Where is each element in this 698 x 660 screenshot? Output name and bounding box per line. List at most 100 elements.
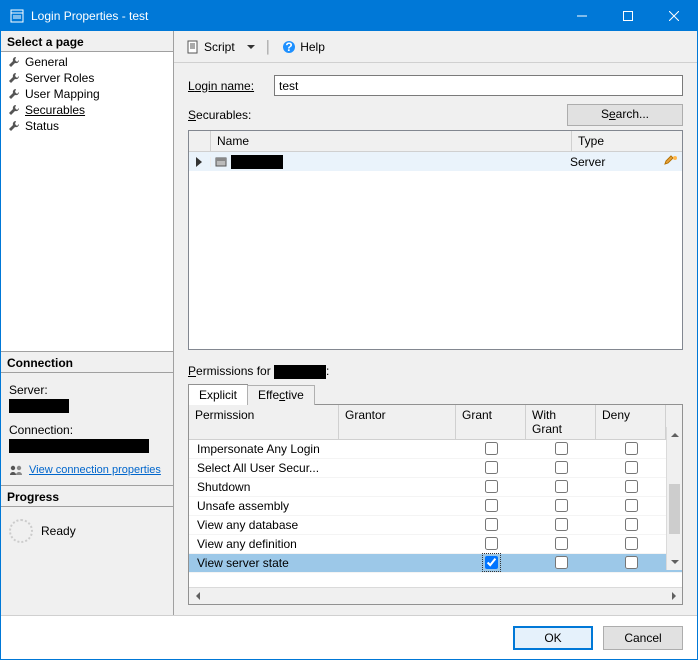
scroll-up-icon[interactable] — [667, 427, 682, 444]
search-button[interactable]: Search... — [567, 104, 683, 126]
permission-row[interactable]: Shutdown — [189, 478, 682, 497]
minimize-button[interactable] — [559, 1, 605, 31]
page-securables[interactable]: Securables — [3, 102, 171, 118]
deny-checkbox[interactable] — [625, 499, 638, 512]
scroll-right-icon[interactable] — [665, 592, 682, 600]
permission-row[interactable]: View server state — [189, 554, 682, 573]
vertical-scrollbar[interactable] — [666, 427, 682, 570]
wrench-icon — [7, 103, 21, 117]
col-permission[interactable]: Permission — [189, 405, 339, 439]
securable-type: Server — [566, 155, 660, 169]
permission-name: View server state — [189, 556, 339, 570]
scroll-left-icon[interactable] — [189, 592, 206, 600]
page-server-roles[interactable]: Server Roles — [3, 70, 171, 86]
with-grant-checkbox[interactable] — [555, 518, 568, 531]
permission-name: View any database — [189, 518, 339, 532]
horizontal-scrollbar[interactable] — [189, 587, 682, 604]
permission-name: Select All User Secur... — [189, 461, 339, 475]
server-icon — [215, 156, 227, 168]
permission-row[interactable]: Select All User Secur... — [189, 459, 682, 478]
permissions-target-redacted — [274, 365, 326, 379]
deny-checkbox[interactable] — [625, 556, 638, 569]
server-value-redacted — [9, 399, 69, 413]
script-button[interactable]: Script — [182, 38, 239, 56]
progress-spinner-icon — [9, 519, 33, 543]
scroll-down-icon[interactable] — [667, 553, 682, 570]
dialog-footer: OK Cancel — [1, 615, 697, 659]
progress-panel: Ready — [1, 507, 173, 615]
tab-explicit[interactable]: Explicit — [188, 384, 248, 405]
deny-checkbox[interactable] — [625, 461, 638, 474]
script-dropdown[interactable] — [243, 41, 259, 53]
page-status[interactable]: Status — [3, 118, 171, 134]
grant-checkbox[interactable] — [485, 499, 498, 512]
with-grant-checkbox[interactable] — [555, 499, 568, 512]
help-icon: ? — [282, 40, 296, 54]
col-grantor[interactable]: Grantor — [339, 405, 456, 439]
dialog-window: Login Properties - test Select a page Ge… — [0, 0, 698, 660]
with-grant-checkbox[interactable] — [555, 461, 568, 474]
with-grant-checkbox[interactable] — [555, 480, 568, 493]
deny-checkbox[interactable] — [625, 442, 638, 455]
titlebar[interactable]: Login Properties - test — [1, 1, 697, 31]
server-label: Server: — [9, 383, 165, 397]
wrench-icon — [7, 55, 21, 69]
close-button[interactable] — [651, 1, 697, 31]
app-icon — [9, 8, 25, 24]
permission-row[interactable]: View any definition — [189, 535, 682, 554]
with-grant-checkbox[interactable] — [555, 442, 568, 455]
grant-checkbox[interactable] — [485, 480, 498, 493]
scroll-thumb[interactable] — [669, 484, 680, 534]
ok-button[interactable]: OK — [513, 626, 593, 650]
page-general[interactable]: General — [3, 54, 171, 70]
progress-header: Progress — [1, 486, 173, 507]
help-button[interactable]: ? Help — [278, 38, 329, 56]
grant-checkbox[interactable] — [485, 442, 498, 455]
col-type[interactable]: Type — [572, 131, 682, 151]
script-icon — [186, 40, 200, 54]
grant-checkbox[interactable] — [485, 461, 498, 474]
login-name-label: Login name: — [188, 79, 268, 93]
page-user-mapping[interactable]: User Mapping — [3, 86, 171, 102]
permission-name: Unsafe assembly — [189, 499, 339, 513]
maximize-button[interactable] — [605, 1, 651, 31]
connection-header: Connection — [1, 352, 173, 373]
permission-name: Impersonate Any Login — [189, 442, 339, 456]
tab-effective[interactable]: Effective — [247, 385, 315, 406]
window-title: Login Properties - test — [31, 9, 559, 23]
securables-grid[interactable]: Name Type Server — [188, 130, 683, 350]
permission-row[interactable]: Unsafe assembly — [189, 497, 682, 516]
with-grant-checkbox[interactable] — [555, 537, 568, 550]
deny-checkbox[interactable] — [625, 537, 638, 550]
securable-name-redacted — [231, 155, 283, 169]
cancel-button[interactable]: Cancel — [603, 626, 683, 650]
row-action-icon[interactable] — [660, 155, 682, 169]
toolbar: Script │ ? Help — [174, 31, 697, 63]
grant-checkbox[interactable] — [485, 537, 498, 550]
col-grant[interactable]: Grant — [456, 405, 526, 439]
view-connection-properties-link[interactable]: View connection properties — [29, 464, 161, 476]
with-grant-checkbox[interactable] — [555, 556, 568, 569]
deny-checkbox[interactable] — [625, 518, 638, 531]
permission-row[interactable]: View any database — [189, 516, 682, 535]
permission-row[interactable]: Impersonate Any Login — [189, 440, 682, 459]
col-with-grant[interactable]: With Grant — [526, 405, 596, 439]
deny-checkbox[interactable] — [625, 480, 638, 493]
connection-field-label: Connection: — [9, 423, 165, 437]
connection-properties-icon — [9, 463, 23, 477]
login-name-input[interactable] — [274, 75, 683, 96]
grant-checkbox[interactable] — [485, 556, 498, 569]
select-page-header: Select a page — [1, 31, 173, 52]
row-indicator-icon — [189, 157, 211, 167]
main-panel: Script │ ? Help Login name: Securables: … — [174, 31, 697, 615]
col-name[interactable]: Name — [211, 131, 572, 151]
wrench-icon — [7, 71, 21, 85]
connection-value-redacted — [9, 439, 149, 453]
col-deny[interactable]: Deny — [596, 405, 666, 439]
page-list: General Server Roles User Mapping Secura… — [1, 52, 173, 352]
securables-row[interactable]: Server — [189, 152, 682, 171]
grant-checkbox[interactable] — [485, 518, 498, 531]
permission-name: View any definition — [189, 537, 339, 551]
progress-status: Ready — [41, 524, 76, 538]
permissions-grid[interactable]: Permission Grantor Grant With Grant Deny… — [188, 404, 683, 605]
